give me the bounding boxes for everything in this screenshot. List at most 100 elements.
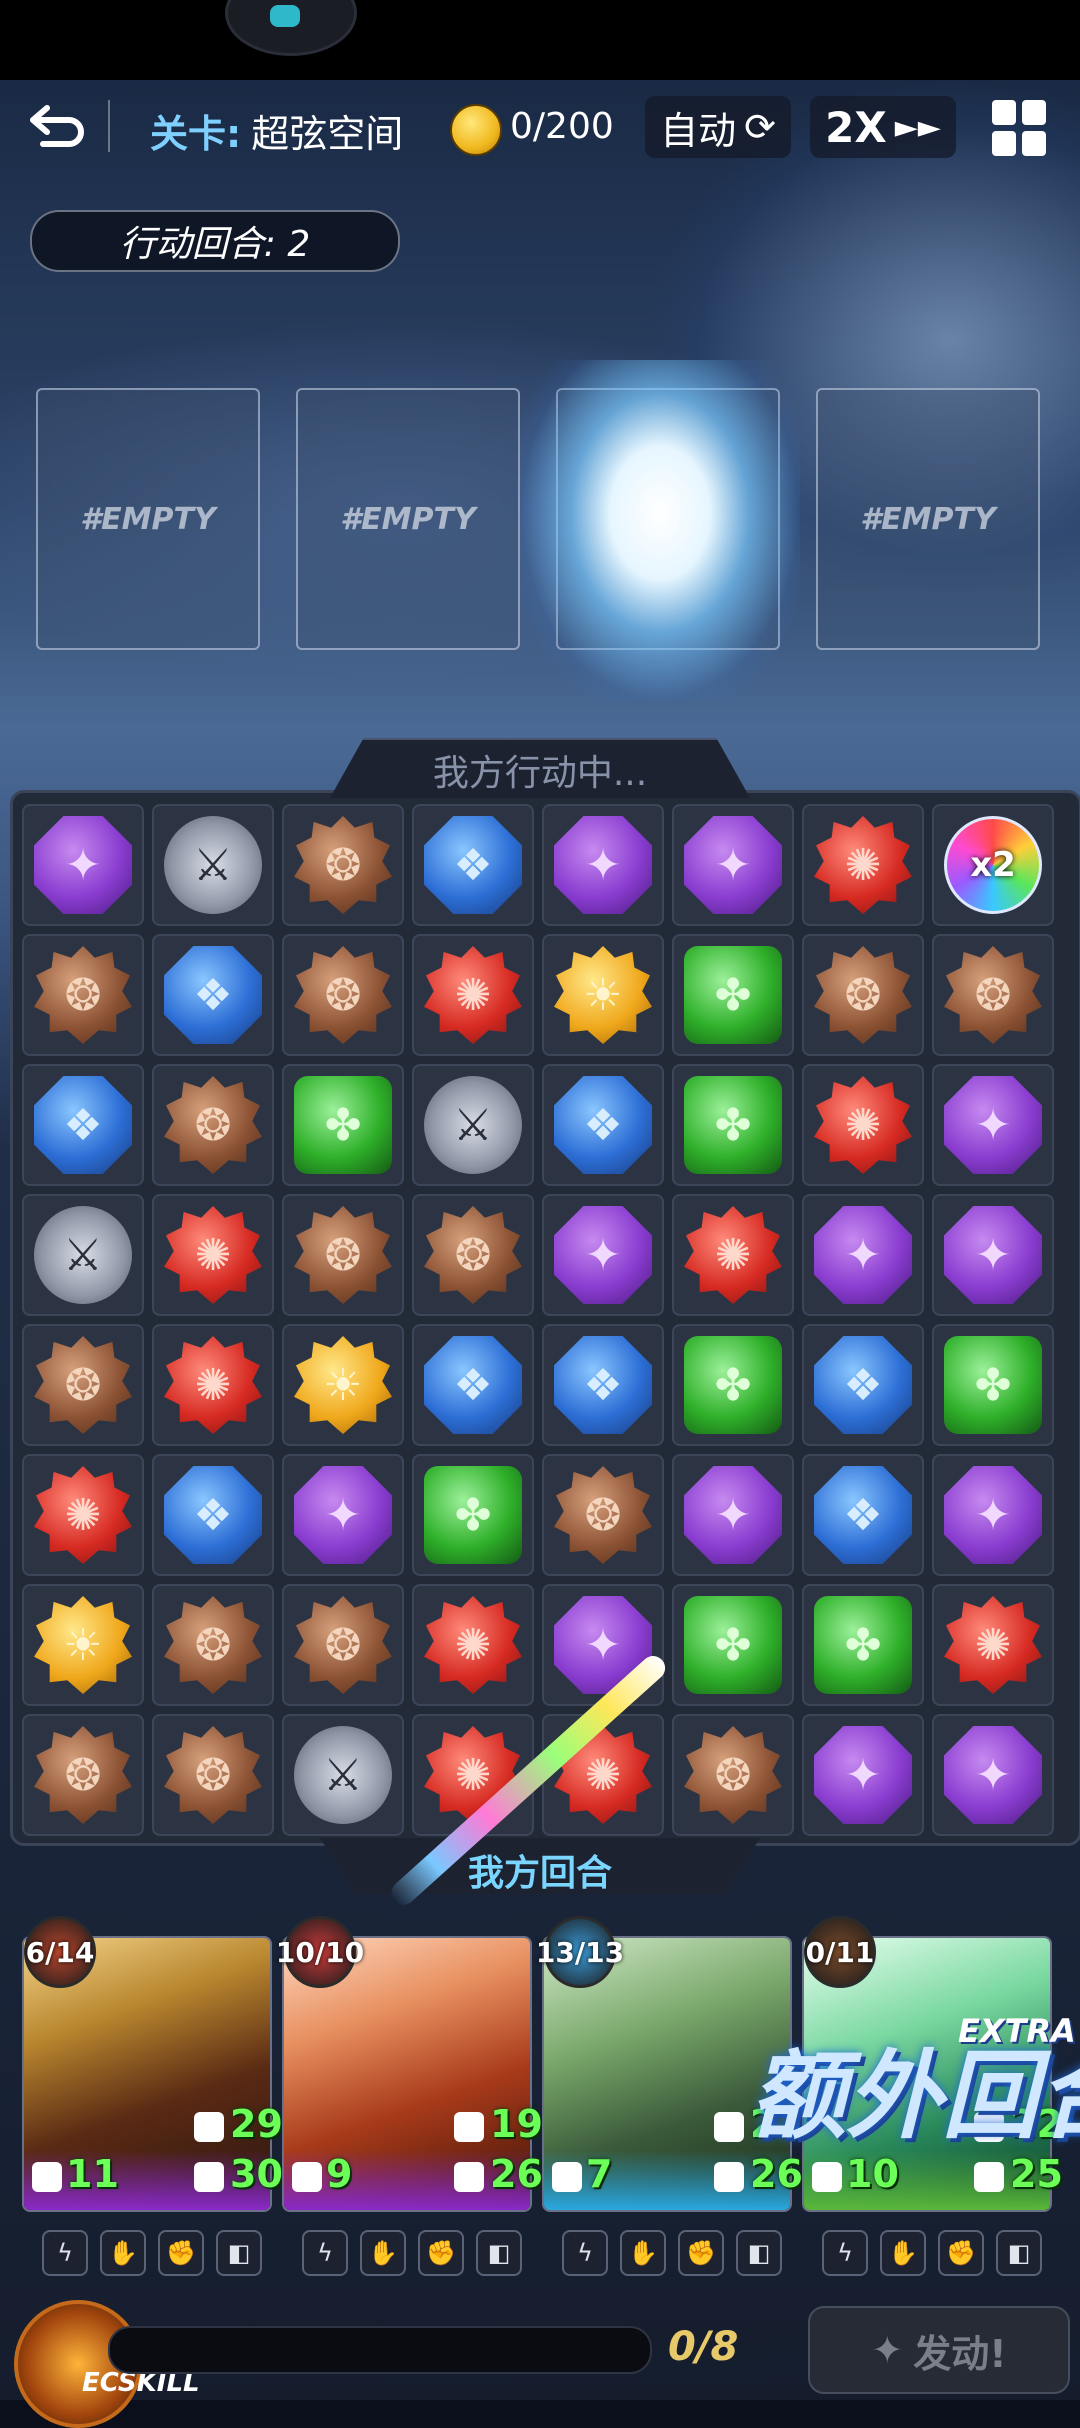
- board-cell[interactable]: ✺: [932, 1584, 1054, 1706]
- claw-skill-icon[interactable]: ✋: [360, 2230, 406, 2276]
- board-cell[interactable]: ✺: [152, 1194, 274, 1316]
- board-cell[interactable]: ✦: [932, 1194, 1054, 1316]
- menu-grid-button[interactable]: [992, 100, 1048, 156]
- fist-skill-icon[interactable]: ✊: [938, 2230, 984, 2276]
- board-cell[interactable]: ✦: [672, 804, 794, 926]
- lightning-skill-icon[interactable]: ϟ: [562, 2230, 608, 2276]
- hero-skill-row: ϟ ✋ ✊ ◧: [822, 2230, 1042, 2276]
- board-cell[interactable]: ❂: [22, 934, 144, 1056]
- board-cell[interactable]: ✤: [932, 1324, 1054, 1446]
- activate-skill-button[interactable]: ✦ 发动!: [808, 2306, 1070, 2394]
- blue-gem-icon: ❖: [554, 1336, 652, 1434]
- board-cell[interactable]: ✺: [802, 1064, 924, 1186]
- card-slot-1[interactable]: #EMPTY: [36, 388, 260, 650]
- board-cell[interactable]: ✺: [412, 1584, 534, 1706]
- board-cell[interactable]: ❂: [672, 1714, 794, 1836]
- board-cell[interactable]: ⚔: [412, 1064, 534, 1186]
- speed-button[interactable]: 2X ►►: [810, 96, 956, 158]
- board-cell[interactable]: ❂: [152, 1584, 274, 1706]
- board-cell[interactable]: ✦: [22, 804, 144, 926]
- board-cell[interactable]: ❖: [152, 934, 274, 1056]
- lightning-skill-icon[interactable]: ϟ: [822, 2230, 868, 2276]
- back-button[interactable]: [22, 96, 92, 156]
- board-cell[interactable]: ✦: [932, 1454, 1054, 1576]
- board-cell[interactable]: ❂: [152, 1714, 274, 1836]
- claw-skill-icon[interactable]: ✋: [620, 2230, 666, 2276]
- board-cell[interactable]: ❖: [22, 1064, 144, 1186]
- claw-skill-icon[interactable]: ✋: [100, 2230, 146, 2276]
- shield-skill-icon[interactable]: ◧: [736, 2230, 782, 2276]
- board-cell[interactable]: ❖: [802, 1324, 924, 1446]
- board-cell[interactable]: ❂: [282, 1194, 404, 1316]
- board-cell[interactable]: ❂: [152, 1064, 274, 1186]
- brown-gem-icon: ❂: [294, 1206, 392, 1304]
- stage-name: 超弦空间: [251, 112, 404, 156]
- fist-skill-icon[interactable]: ✊: [158, 2230, 204, 2276]
- board-cell[interactable]: ❂: [282, 1584, 404, 1706]
- shield-skill-icon[interactable]: ◧: [996, 2230, 1042, 2276]
- board-cell[interactable]: ✤: [412, 1454, 534, 1576]
- lightning-skill-icon[interactable]: ϟ: [42, 2230, 88, 2276]
- board-cell[interactable]: ✦: [282, 1454, 404, 1576]
- board-cell[interactable]: ❖: [412, 1324, 534, 1446]
- board-cell[interactable]: ❂: [22, 1324, 144, 1446]
- board-cell[interactable]: ✤: [672, 934, 794, 1056]
- board-cell[interactable]: ✦: [542, 804, 664, 926]
- lightning-skill-icon[interactable]: ϟ: [302, 2230, 348, 2276]
- board-cell[interactable]: ✦: [542, 1194, 664, 1316]
- board-cell[interactable]: ⚔: [282, 1714, 404, 1836]
- charge-counter: 6/14: [24, 1916, 96, 1988]
- board-cell[interactable]: ❂: [802, 934, 924, 1056]
- board-cell[interactable]: ☀: [22, 1584, 144, 1706]
- board-cell[interactable]: ❖: [802, 1454, 924, 1576]
- claw-skill-icon[interactable]: ✋: [880, 2230, 926, 2276]
- purple-gem-icon: ✦: [34, 816, 132, 914]
- board-cell[interactable]: ✺: [542, 1714, 664, 1836]
- board-cell[interactable]: ❂: [932, 934, 1054, 1056]
- board-cell[interactable]: ✤: [802, 1584, 924, 1706]
- purple-gem-icon: ✦: [294, 1466, 392, 1564]
- board-cell[interactable]: ❖: [412, 804, 534, 926]
- auto-button[interactable]: 自动 ⟳: [645, 96, 791, 158]
- blue-gem-icon: ❖: [554, 1076, 652, 1174]
- yellow-gem-icon: ☀: [294, 1336, 392, 1434]
- card-slot-2[interactable]: #EMPTY: [296, 388, 520, 650]
- shield-skill-icon[interactable]: ◧: [216, 2230, 262, 2276]
- board-cell[interactable]: ✦: [802, 1194, 924, 1316]
- board-cell[interactable]: ✦: [802, 1714, 924, 1836]
- board-cell[interactable]: ❂: [282, 934, 404, 1056]
- board-cell[interactable]: ✤: [672, 1584, 794, 1706]
- board-cell[interactable]: ❂: [22, 1714, 144, 1836]
- shield-skill-icon[interactable]: ◧: [476, 2230, 522, 2276]
- board-cell[interactable]: ⚔: [22, 1194, 144, 1316]
- board-cell[interactable]: ❂: [412, 1194, 534, 1316]
- board-cell[interactable]: ❂: [542, 1454, 664, 1576]
- board-cell[interactable]: ❖: [542, 1324, 664, 1446]
- board-cell[interactable]: ✤: [672, 1064, 794, 1186]
- hero-skill-row: ϟ ✋ ✊ ◧: [42, 2230, 262, 2276]
- board-cell[interactable]: ✤: [672, 1324, 794, 1446]
- board-cell[interactable]: ✦: [932, 1714, 1054, 1836]
- light-burst-effect: [520, 360, 800, 700]
- board-cell[interactable]: ✺: [22, 1454, 144, 1576]
- board-cell[interactable]: ✦: [672, 1454, 794, 1576]
- board-cell[interactable]: ❖: [152, 1454, 274, 1576]
- card-slot-4[interactable]: #EMPTY: [816, 388, 1040, 650]
- fist-skill-icon[interactable]: ✊: [678, 2230, 724, 2276]
- brown-gem-icon: ❂: [164, 1726, 262, 1824]
- board-cell[interactable]: ❖: [542, 1064, 664, 1186]
- board-cell[interactable]: ☀: [282, 1324, 404, 1446]
- board-cell[interactable]: x2: [932, 804, 1054, 926]
- board-cell[interactable]: ✤: [282, 1064, 404, 1186]
- hero-skill-row: ϟ ✋ ✊ ◧: [562, 2230, 782, 2276]
- board-cell[interactable]: ✺: [152, 1324, 274, 1446]
- board-cell[interactable]: ✦: [932, 1064, 1054, 1186]
- board-cell[interactable]: ✺: [672, 1194, 794, 1316]
- board-cell[interactable]: ☀: [542, 934, 664, 1056]
- board-cell[interactable]: ✺: [802, 804, 924, 926]
- board-cell[interactable]: ✺: [412, 934, 534, 1056]
- fist-skill-icon[interactable]: ✊: [418, 2230, 464, 2276]
- board-cell[interactable]: ❂: [282, 804, 404, 926]
- board-cell[interactable]: ⚔: [152, 804, 274, 926]
- red-gem-icon: ✺: [944, 1596, 1042, 1694]
